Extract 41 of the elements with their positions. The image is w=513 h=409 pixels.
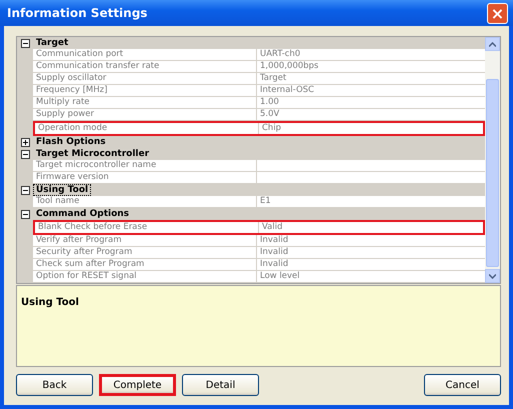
property-value[interactable]: 1,000,000bps xyxy=(260,61,318,71)
dialog-button[interactable]: Complete xyxy=(99,374,176,396)
dialog-button[interactable]: Detail xyxy=(182,374,259,396)
dialog-button[interactable]: Back xyxy=(16,374,93,396)
category-label[interactable]: Flash Options xyxy=(33,136,109,148)
category-label[interactable]: Command Options xyxy=(33,208,132,220)
scrollbar-thumb[interactable] xyxy=(486,79,499,267)
property-name[interactable]: Multiply rate xyxy=(33,97,257,108)
category-label[interactable]: Target xyxy=(33,37,72,49)
property-value[interactable]: Invalid xyxy=(260,247,288,257)
property-name[interactable]: Communication port xyxy=(33,49,257,60)
property-name[interactable]: Operation mode xyxy=(35,123,259,134)
category-label[interactable]: Target Microcontroller xyxy=(33,148,152,160)
dialog-button[interactable]: Cancel xyxy=(424,374,501,396)
property-value[interactable]: Invalid xyxy=(260,259,288,269)
scroll-up-icon[interactable] xyxy=(485,37,500,51)
property-name[interactable]: Supply oscillator xyxy=(33,73,257,84)
property-value[interactable]: Low level xyxy=(260,271,300,281)
scrollbar[interactable] xyxy=(485,37,500,283)
property-value[interactable]: 5.0V xyxy=(260,109,280,119)
description-title: Using Tool xyxy=(21,297,79,308)
property-name[interactable]: Frequency [MHz] xyxy=(33,85,257,96)
property-name[interactable]: Verify after Program xyxy=(33,235,257,246)
property-value[interactable]: Chip xyxy=(262,123,282,133)
property-name[interactable]: Check sum after Program xyxy=(33,259,257,270)
property-value[interactable]: Valid xyxy=(262,222,282,232)
property-value[interactable]: Invalid xyxy=(260,235,288,245)
property-value[interactable]: Internal-OSC xyxy=(260,85,314,95)
property-name[interactable]: Tool name xyxy=(33,196,257,207)
close-button[interactable]: × xyxy=(487,2,508,24)
window-title: Information Settings xyxy=(7,6,148,20)
property-value[interactable]: UART-ch0 xyxy=(260,49,300,59)
property-name[interactable]: Security after Program xyxy=(33,247,257,258)
property-name[interactable]: Option for RESET signal xyxy=(33,271,257,282)
property-value[interactable]: 1.00 xyxy=(260,97,279,107)
property-name[interactable]: Blank Check before Erase xyxy=(35,222,259,233)
property-value[interactable]: Target xyxy=(260,73,286,83)
scroll-down-icon[interactable] xyxy=(485,269,500,283)
property-name[interactable]: Communication transfer rate xyxy=(33,61,257,72)
property-name[interactable]: Supply power xyxy=(33,109,257,120)
property-value[interactable]: E1 xyxy=(260,196,271,206)
